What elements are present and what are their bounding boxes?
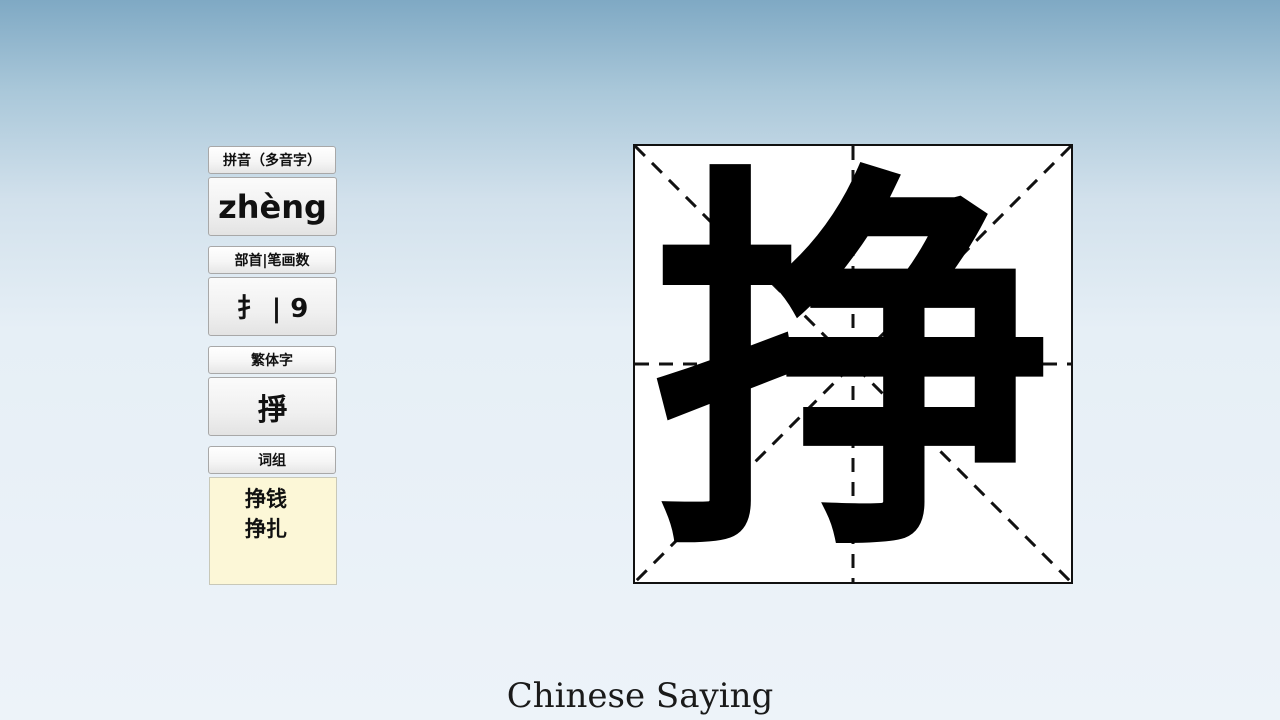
- words-label: 词组: [208, 446, 336, 474]
- word-item: 挣扎: [245, 517, 287, 541]
- traditional-label: 繁体字: [208, 346, 336, 374]
- radical-strokes-label: 部首|笔画数: [208, 246, 336, 274]
- character-grid: 挣: [633, 144, 1073, 584]
- pinyin-label: 拼音（多音字）: [208, 146, 336, 174]
- radical-strokes-value: 扌 | 9: [208, 277, 337, 336]
- caption: Chinese Saying: [506, 676, 774, 716]
- traditional-value: 掙: [208, 377, 337, 436]
- pinyin-value: zhèng: [208, 177, 337, 236]
- grid-character: 挣: [653, 144, 1053, 584]
- word-item: 挣钱: [245, 487, 287, 511]
- words-box: 挣钱 挣扎: [209, 477, 337, 585]
